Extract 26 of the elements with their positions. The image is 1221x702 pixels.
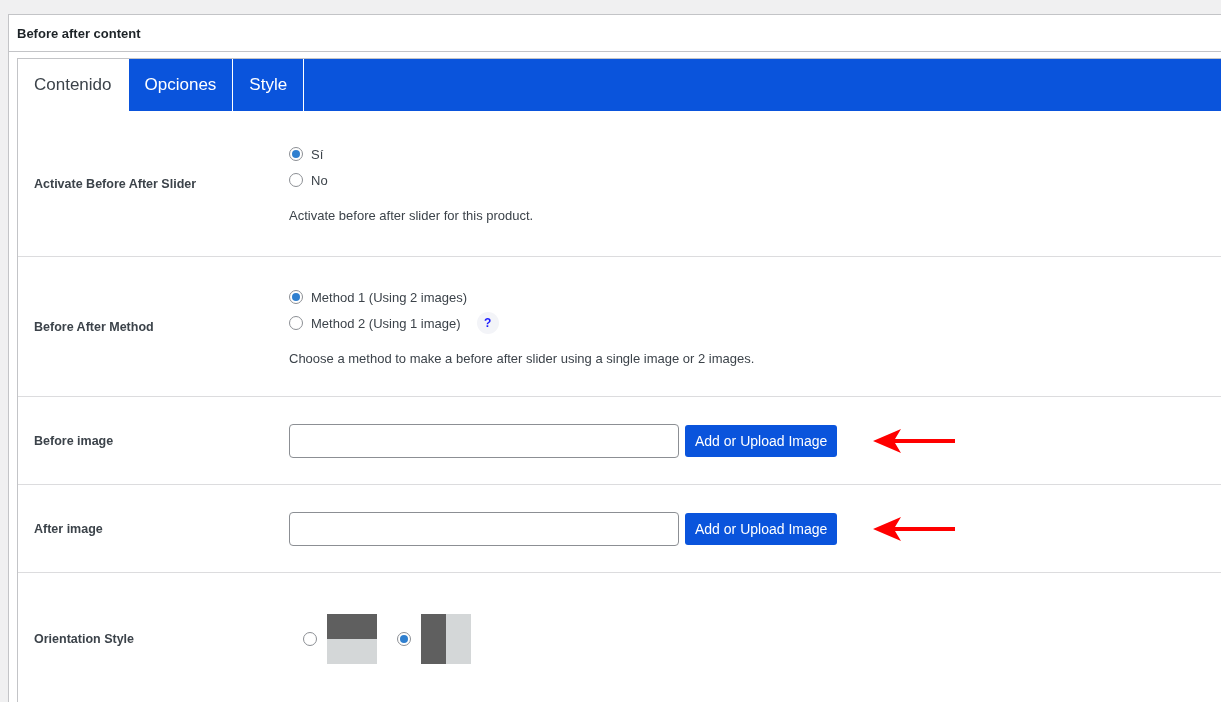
radio-label: Method 1 (Using 2 images) [311,289,468,305]
field-description: Choose a method to make a before after slider using a single image or 2 images. [289,351,756,366]
upload-button[interactable]: Add or Upload Image [685,424,838,457]
field-label: Before After Method [34,319,155,334]
field-label: Orientation Style [34,632,136,646]
radio-button[interactable] [289,173,303,187]
radio-button[interactable] [289,290,303,304]
field-description: Activate before after slider for this product. [289,208,535,223]
tab[interactable]: Contenido [18,59,129,111]
horizontal-split-icon [327,614,377,664]
field-label: Before image [34,433,115,448]
input-field[interactable] [289,511,679,546]
radio-label: Method 2 (Using 1 image) [311,315,461,331]
radio-button[interactable] [289,147,303,161]
radio-button[interactable] [289,316,303,330]
vertical-split-icon [421,614,471,664]
radio-label: Sí [311,146,324,162]
help-icon[interactable]: ? [476,312,499,334]
field-label: After image [34,521,104,536]
upload-button[interactable]: Add or Upload Image [685,512,838,545]
radio-button[interactable] [303,632,317,646]
field-label: Activate Before After Slider [34,176,198,191]
radio-label: No [311,172,328,188]
panel-title: Before after content [17,25,141,41]
input-field[interactable] [289,423,679,458]
radio-button[interactable] [397,632,411,646]
